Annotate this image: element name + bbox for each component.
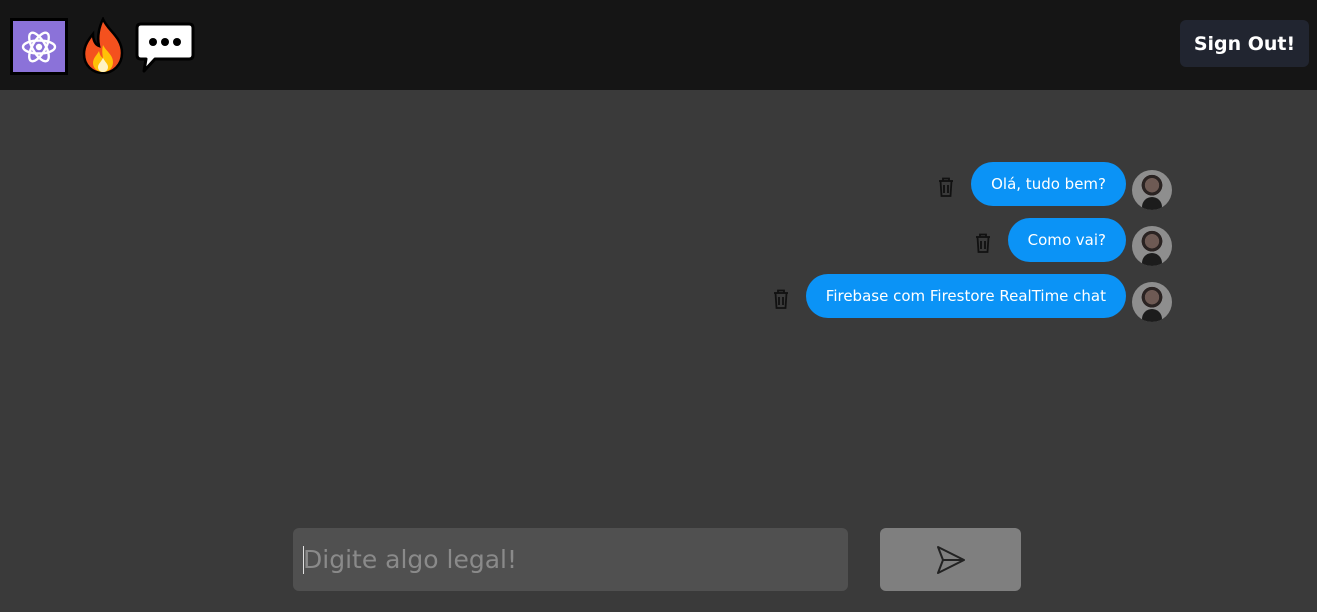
message-row: Firebase com Firestore RealTime chat	[0, 274, 1317, 330]
chat-bubble-icon	[135, 21, 195, 75]
avatar	[1132, 226, 1172, 266]
message-bubble: Olá, tudo bem?	[971, 162, 1126, 206]
text-caret	[303, 546, 304, 574]
send-button[interactable]	[880, 528, 1021, 591]
message-bubble: Firebase com Firestore RealTime chat	[805, 274, 1126, 318]
message-bubble: Como vai?	[1007, 218, 1126, 262]
message-row: Olá, tudo bem?	[0, 162, 1317, 218]
avatar	[1132, 282, 1172, 322]
sign-out-button[interactable]: Sign Out!	[1180, 20, 1309, 67]
message-input[interactable]	[293, 528, 848, 591]
send-icon	[936, 545, 965, 574]
trash-icon[interactable]	[937, 176, 955, 198]
avatar	[1132, 170, 1172, 210]
message-list: Olá, tudo bem? Como vai? Firebase com Fi…	[0, 162, 1317, 330]
atom-icon	[10, 18, 68, 75]
message-row: Como vai?	[0, 218, 1317, 274]
trash-icon[interactable]	[974, 232, 992, 254]
app-header: Sign Out!	[0, 0, 1317, 90]
fire-icon	[78, 15, 128, 75]
trash-icon[interactable]	[772, 288, 790, 310]
